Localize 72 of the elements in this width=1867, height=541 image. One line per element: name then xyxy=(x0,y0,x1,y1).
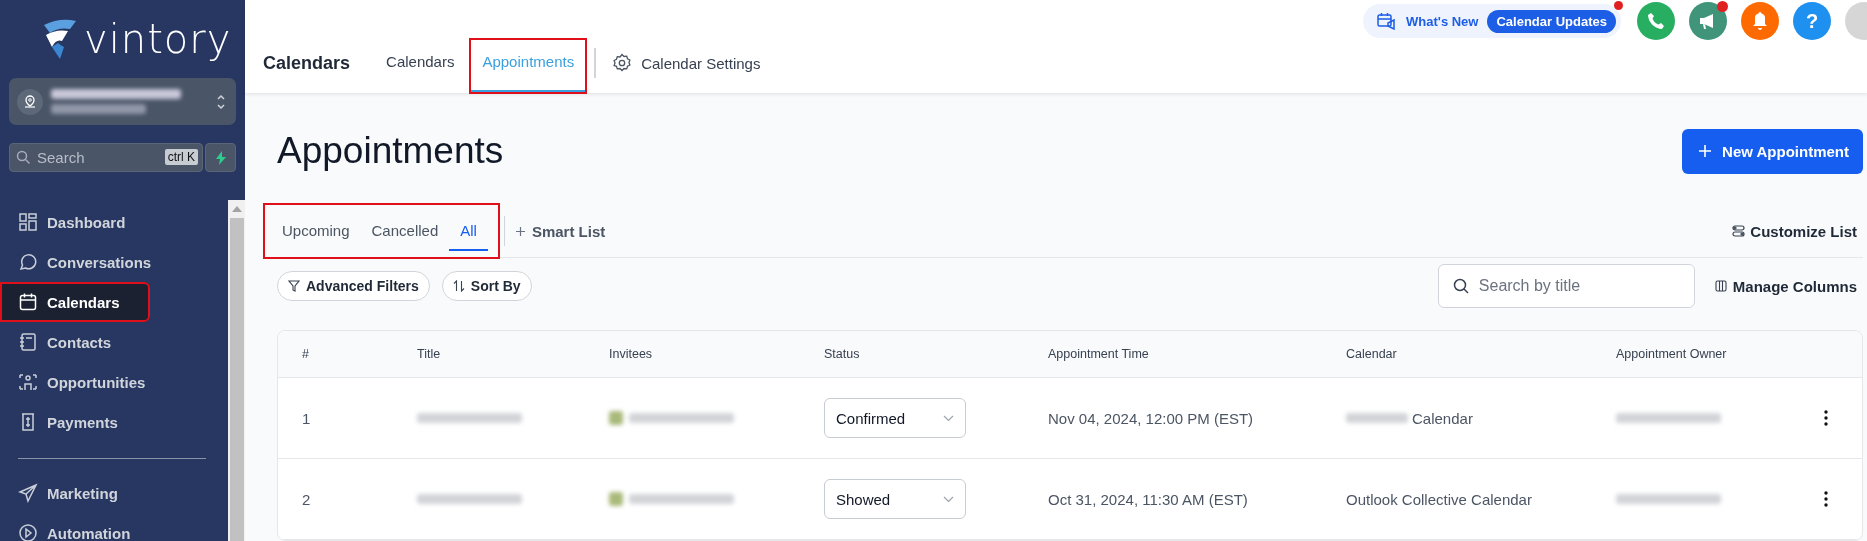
filter-icon xyxy=(288,280,300,292)
location-pin-icon xyxy=(23,94,37,109)
chat-bubble-icon xyxy=(18,252,38,272)
nav-item[interactable]: Opportunities xyxy=(0,362,228,402)
column-header: Invitees xyxy=(609,347,654,361)
address-book-icon xyxy=(18,332,38,352)
chevron-down-icon xyxy=(943,495,954,503)
tab[interactable]: Calendars xyxy=(374,39,467,93)
list-tab[interactable]: Upcoming xyxy=(271,211,361,251)
calendar-settings-tab[interactable]: Calendar Settings xyxy=(612,53,761,79)
nav-item[interactable]: Payments xyxy=(0,402,228,442)
whats-new-button[interactable]: What's New Calendar Updates xyxy=(1363,4,1621,38)
nav-item[interactable]: Contacts xyxy=(0,322,228,362)
table-cell-text: 2 xyxy=(301,490,312,508)
plus-icon xyxy=(514,225,526,237)
status-dropdown[interactable]: Confirmed xyxy=(824,398,966,438)
list-tab[interactable]: All xyxy=(449,211,488,251)
search-icon xyxy=(16,150,31,165)
paper-plane-icon xyxy=(18,483,38,503)
list-tab[interactable]: Cancelled xyxy=(360,211,450,251)
nav-item[interactable]: Conversations xyxy=(0,242,228,282)
toggles-icon xyxy=(1732,225,1746,237)
plus-icon xyxy=(1698,144,1713,158)
calendar-megaphone-icon xyxy=(1377,12,1397,30)
bell-icon xyxy=(1751,11,1769,31)
new-appointment-button[interactable]: New Appointment xyxy=(1682,128,1863,174)
column-header: Title xyxy=(417,347,442,361)
more-options-icon[interactable] xyxy=(1824,491,1828,507)
section-title: Calendars xyxy=(263,52,351,75)
scrollbar[interactable] xyxy=(228,200,245,541)
notifications-button[interactable] xyxy=(1741,2,1779,40)
column-header: Calendar xyxy=(1346,347,1398,361)
nav-item[interactable]: Dashboard xyxy=(0,202,228,242)
column-header: # xyxy=(301,347,310,361)
logo-text: vintory xyxy=(84,19,232,59)
sort-icon xyxy=(452,280,465,292)
table-cell-text: Nov 04, 2024, 12:00 PM (EST) xyxy=(1048,409,1255,427)
more-options-icon[interactable] xyxy=(1824,410,1828,426)
smart-list-button[interactable]: Smart List xyxy=(514,222,606,240)
column-header: Appointment Time xyxy=(1048,347,1150,361)
account-switcher[interactable] xyxy=(9,78,236,125)
table-cell-text: 1 xyxy=(301,409,312,427)
phone-button[interactable] xyxy=(1637,2,1675,40)
phone-icon xyxy=(1647,12,1665,30)
quick-action-button[interactable] xyxy=(205,143,236,172)
nav-item[interactable]: Marketing xyxy=(0,473,228,513)
page-title: Appointments xyxy=(277,130,504,172)
shortcut-hint: ctrl K xyxy=(164,149,198,165)
grid-icon xyxy=(18,212,38,232)
people-icon xyxy=(18,372,38,392)
announcements-button[interactable] xyxy=(1689,2,1727,40)
scroll-up-icon xyxy=(231,206,242,212)
table-cell: Outlook Collective Calendar xyxy=(1346,490,1532,508)
chevron-updown-icon xyxy=(216,92,226,111)
chevron-down-icon xyxy=(943,414,954,422)
advanced-filters-button[interactable]: Advanced Filters xyxy=(277,271,430,301)
customize-list-button[interactable]: Customize List xyxy=(1732,222,1857,240)
calendar-icon xyxy=(18,292,38,312)
settings-icon xyxy=(612,53,633,73)
status-dropdown[interactable]: Showed xyxy=(824,479,966,519)
nav-item[interactable]: Calendars xyxy=(0,282,150,322)
search-icon xyxy=(1452,278,1469,294)
columns-icon xyxy=(1714,280,1727,292)
column-header: Status xyxy=(824,347,861,361)
column-header: Appointment Owner xyxy=(1616,347,1728,361)
manage-columns-button[interactable]: Manage Columns xyxy=(1714,277,1857,295)
sort-by-button[interactable]: Sort By xyxy=(441,271,532,301)
nav-item[interactable]: Automation xyxy=(0,513,228,541)
table-cell-text: Oct 31, 2024, 11:30 AM (EST) xyxy=(1048,490,1249,508)
lightning-icon xyxy=(214,150,227,165)
table-cell: Calendar xyxy=(1412,409,1473,427)
search-input[interactable]: Search by title xyxy=(1476,276,1680,296)
